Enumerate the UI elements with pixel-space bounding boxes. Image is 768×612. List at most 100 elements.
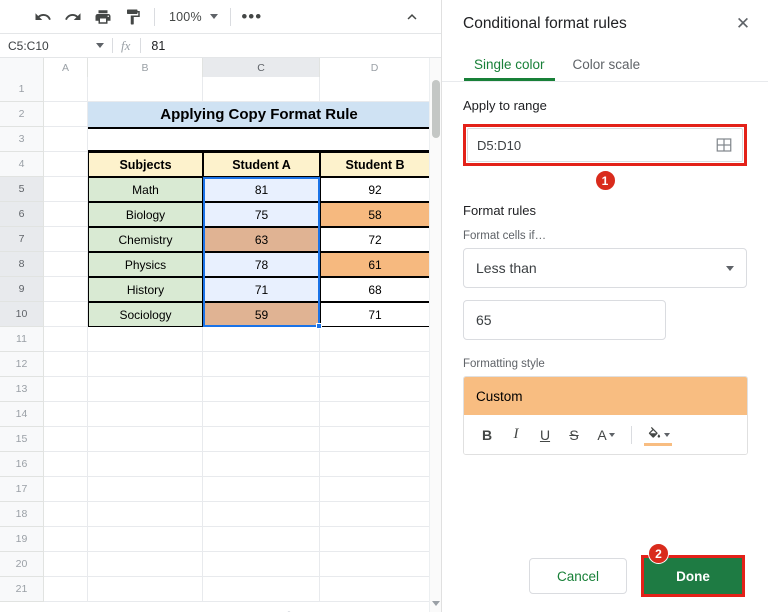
cell-C19[interactable] <box>203 527 320 552</box>
cell-A20[interactable] <box>44 552 88 577</box>
print-icon[interactable] <box>88 2 118 32</box>
row-header-5[interactable]: 5 <box>0 177 44 202</box>
style-preview[interactable]: Custom <box>464 377 747 415</box>
cell-B14[interactable] <box>88 402 203 427</box>
row-header-21[interactable]: 21 <box>0 577 44 602</box>
cell-C11[interactable] <box>203 327 320 352</box>
cell-C8[interactable]: 78 <box>203 252 320 277</box>
text-color-icon[interactable]: A <box>590 422 622 448</box>
column-header-a[interactable]: A <box>44 58 88 77</box>
tab-single-color[interactable]: Single color <box>460 48 559 81</box>
cell-B15[interactable] <box>88 427 203 452</box>
cell-A9[interactable] <box>44 277 88 302</box>
cell-A8[interactable] <box>44 252 88 277</box>
row-header-3[interactable]: 3 <box>0 127 44 152</box>
cell-C21[interactable] <box>203 577 320 602</box>
cell-D7[interactable]: 72 <box>320 227 430 252</box>
cell-A6[interactable] <box>44 202 88 227</box>
close-icon[interactable]: ✕ <box>730 11 756 37</box>
selection-fill-handle[interactable] <box>316 323 322 329</box>
cell-D9[interactable]: 68 <box>320 277 430 302</box>
undo-icon[interactable] <box>28 2 58 32</box>
vertical-scrollbar-thumb[interactable] <box>432 80 440 138</box>
column-header-b[interactable]: B <box>88 58 203 77</box>
cell-A4[interactable] <box>44 152 88 177</box>
cell-B20[interactable] <box>88 552 203 577</box>
strikethrough-icon[interactable]: S <box>561 422 587 448</box>
cell-C18[interactable] <box>203 502 320 527</box>
cell-A12[interactable] <box>44 352 88 377</box>
cell-B8[interactable]: Physics <box>88 252 203 277</box>
cell-C5[interactable]: 81 <box>203 177 320 202</box>
row-header-9[interactable]: 9 <box>0 277 44 302</box>
cell-D17[interactable] <box>320 477 430 502</box>
cell-B12[interactable] <box>88 352 203 377</box>
cell-D4[interactable]: Student B <box>320 152 430 177</box>
cell-B21[interactable] <box>88 577 203 602</box>
cell-A19[interactable] <box>44 527 88 552</box>
cell-D13[interactable] <box>320 377 430 402</box>
cell-A1[interactable] <box>44 77 88 102</box>
threshold-input[interactable]: 65 <box>463 300 666 340</box>
scroll-down-arrow-icon[interactable] <box>432 601 440 606</box>
cell-C1[interactable] <box>203 77 320 102</box>
cell-B6[interactable]: Biology <box>88 202 203 227</box>
cell-A15[interactable] <box>44 427 88 452</box>
cell-D5[interactable]: 92 <box>320 177 430 202</box>
cell-B4[interactable]: Subjects <box>88 152 203 177</box>
cell-D8[interactable]: 61 <box>320 252 430 277</box>
row-header-12[interactable]: 12 <box>0 352 44 377</box>
cell-B10[interactable]: Sociology <box>88 302 203 327</box>
cell-B18[interactable] <box>88 502 203 527</box>
cancel-button[interactable]: Cancel <box>529 558 627 594</box>
row-header-15[interactable]: 15 <box>0 427 44 452</box>
cell-C4[interactable]: Student A <box>203 152 320 177</box>
range-input[interactable]: D5:D10 <box>467 128 743 162</box>
column-header-c[interactable]: C <box>203 58 320 77</box>
zoom-chevron-down-icon[interactable] <box>204 2 224 32</box>
cell-D10[interactable]: 71 <box>320 302 430 327</box>
cell-C7[interactable]: 63 <box>203 227 320 252</box>
cell-A2[interactable] <box>44 102 88 127</box>
column-header-d[interactable]: D <box>320 58 430 77</box>
row-header-14[interactable]: 14 <box>0 402 44 427</box>
cell-C10[interactable]: 59 <box>203 302 320 327</box>
row-header-7[interactable]: 7 <box>0 227 44 252</box>
cell-D11[interactable] <box>320 327 430 352</box>
zoom-level[interactable]: 100% <box>161 10 204 24</box>
cell-B16[interactable] <box>88 452 203 477</box>
cell-A14[interactable] <box>44 402 88 427</box>
cell-B5[interactable]: Math <box>88 177 203 202</box>
cell-A3[interactable] <box>44 127 88 152</box>
cell-C14[interactable] <box>203 402 320 427</box>
cell-D6[interactable]: 58 <box>320 202 430 227</box>
row-header-11[interactable]: 11 <box>0 327 44 352</box>
row-header-19[interactable]: 19 <box>0 527 44 552</box>
name-box[interactable]: C5:C10 <box>0 39 92 53</box>
grid-picker-icon[interactable] <box>715 136 733 154</box>
cell-B13[interactable] <box>88 377 203 402</box>
italic-icon[interactable]: I <box>503 422 529 448</box>
condition-dropdown[interactable]: Less than <box>463 248 747 288</box>
cell-D16[interactable] <box>320 452 430 477</box>
tab-color-scale[interactable]: Color scale <box>559 48 655 81</box>
sheet-title-cell[interactable]: Applying Copy Format Rule <box>88 102 430 127</box>
cell-D21[interactable] <box>320 577 430 602</box>
row-header-1[interactable]: 1 <box>0 77 44 102</box>
formula-input[interactable]: 81 <box>151 39 165 53</box>
cell-B1[interactable] <box>88 77 203 102</box>
cell-A7[interactable] <box>44 227 88 252</box>
row-header-16[interactable]: 16 <box>0 452 44 477</box>
cell-D18[interactable] <box>320 502 430 527</box>
cell-C6[interactable]: 75 <box>203 202 320 227</box>
row-header-2[interactable]: 2 <box>0 102 44 127</box>
row-header-10[interactable]: 10 <box>0 302 44 327</box>
row-header-4[interactable]: 4 <box>0 152 44 177</box>
cell-C16[interactable] <box>203 452 320 477</box>
cell-B19[interactable] <box>88 527 203 552</box>
fill-color-icon[interactable] <box>641 422 675 448</box>
cell-A18[interactable] <box>44 502 88 527</box>
row-header-17[interactable]: 17 <box>0 477 44 502</box>
cell-C13[interactable] <box>203 377 320 402</box>
row-header-13[interactable]: 13 <box>0 377 44 402</box>
